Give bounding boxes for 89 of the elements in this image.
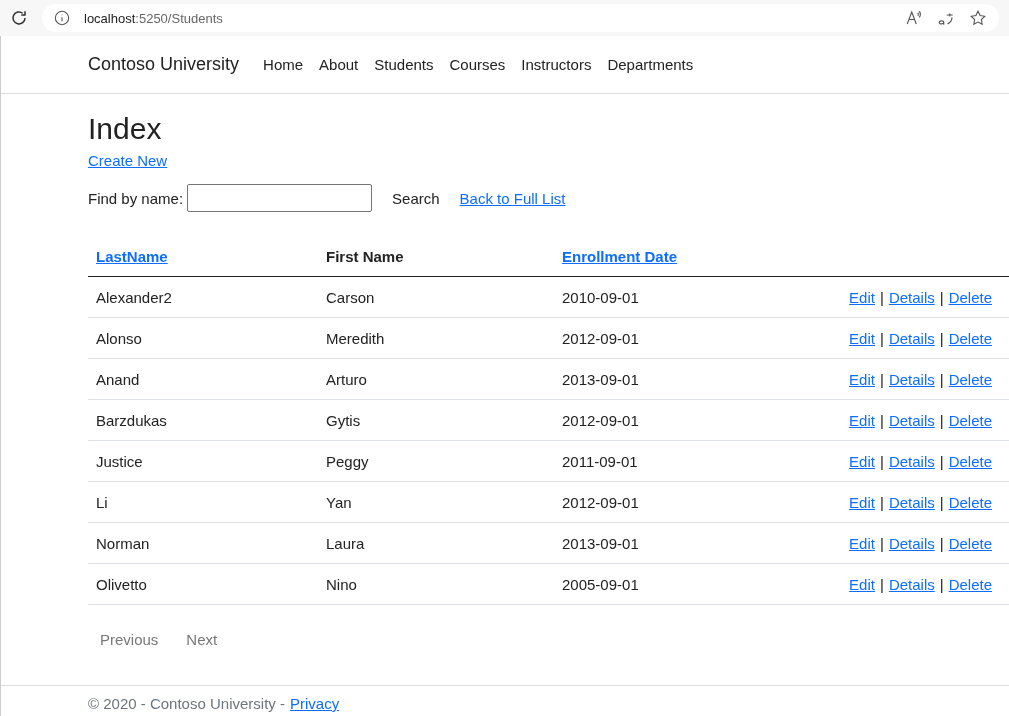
- table-cell: 2005-09-01: [554, 563, 750, 605]
- separator: |: [939, 370, 944, 388]
- table-cell: Nino: [318, 563, 554, 605]
- row-action-link[interactable]: Delete: [948, 452, 992, 470]
- table-cell: Barzdukas: [88, 399, 318, 441]
- url-path: :5250/Students: [135, 10, 223, 26]
- page-title: Index: [88, 112, 163, 146]
- search-button[interactable]: Search: [386, 185, 446, 211]
- table-cell: Norman: [88, 522, 318, 564]
- nav-link[interactable]: Departments: [607, 56, 694, 73]
- table-cell: 2012-09-01: [554, 481, 750, 523]
- table-cell: Laura: [318, 522, 554, 564]
- brand-link[interactable]: Contoso University: [88, 54, 240, 75]
- row-action-link[interactable]: Delete: [948, 575, 992, 593]
- column-sort-link[interactable]: LastName: [96, 247, 168, 265]
- table-cell: 2010-09-01: [554, 276, 750, 318]
- table-cell: Arturo: [318, 358, 554, 400]
- create-new-link[interactable]: Create New: [88, 152, 168, 169]
- separator: |: [879, 534, 884, 552]
- row-action-link[interactable]: Details: [888, 370, 935, 388]
- row-action-link[interactable]: Delete: [948, 288, 992, 306]
- table-cell: 2012-09-01: [554, 399, 750, 441]
- separator: |: [879, 370, 884, 388]
- table-cell: Peggy: [318, 440, 554, 482]
- row-action-link[interactable]: Edit: [849, 288, 875, 306]
- row-action-link[interactable]: Details: [888, 452, 935, 470]
- url-host: localhost: [84, 10, 136, 26]
- row-action-link[interactable]: Details: [888, 411, 935, 429]
- row-action-link[interactable]: Delete: [948, 411, 992, 429]
- separator: |: [939, 452, 944, 470]
- row-action-link[interactable]: Edit: [849, 370, 875, 388]
- table-cell: Meredith: [318, 317, 554, 359]
- row-action-link[interactable]: Edit: [849, 575, 875, 593]
- separator: |: [939, 329, 944, 347]
- table-cell: Yan: [318, 481, 554, 523]
- row-action-link[interactable]: Edit: [849, 452, 875, 470]
- row-action-link[interactable]: Details: [888, 288, 935, 306]
- separator: |: [879, 411, 884, 429]
- info-icon[interactable]: [54, 10, 70, 26]
- reload-icon[interactable]: [10, 9, 28, 27]
- table-cell: Alonso: [88, 317, 318, 359]
- separator: |: [879, 288, 884, 306]
- row-action-link[interactable]: Delete: [948, 534, 992, 552]
- separator: |: [939, 493, 944, 511]
- table-cell: Carson: [318, 276, 554, 318]
- nav-link[interactable]: Instructors: [521, 56, 592, 73]
- separator: |: [939, 288, 944, 306]
- privacy-link[interactable]: Privacy: [289, 694, 340, 712]
- address-bar[interactable]: localhost:5250/Students: [42, 4, 999, 32]
- separator: |: [879, 575, 884, 593]
- row-action-link[interactable]: Details: [888, 575, 935, 593]
- separator: |: [879, 493, 884, 511]
- row-action-link[interactable]: Details: [888, 534, 935, 552]
- table-cell: 2013-09-01: [554, 522, 750, 564]
- table-cell: 2012-09-01: [554, 317, 750, 359]
- row-action-link[interactable]: Details: [888, 329, 935, 347]
- row-action-link[interactable]: Details: [888, 493, 935, 511]
- nav-link[interactable]: About: [319, 56, 359, 73]
- read-aloud-icon[interactable]: [905, 9, 923, 27]
- nav-link[interactable]: Courses: [449, 56, 506, 73]
- table-cell: 2013-09-01: [554, 358, 750, 400]
- row-action-link[interactable]: Edit: [849, 493, 875, 511]
- table-cell: Justice: [88, 440, 318, 482]
- table-cell: Gytis: [318, 399, 554, 441]
- separator: |: [939, 411, 944, 429]
- separator: |: [939, 534, 944, 552]
- row-action-link[interactable]: Delete: [948, 493, 992, 511]
- star-icon[interactable]: [969, 9, 987, 27]
- column-sort-link[interactable]: Enrollment Date: [562, 247, 678, 265]
- table-cell: Li: [88, 481, 318, 523]
- separator: |: [879, 452, 884, 470]
- row-action-link[interactable]: Edit: [849, 534, 875, 552]
- back-to-list-link[interactable]: Back to Full List: [459, 189, 566, 207]
- row-action-link[interactable]: Delete: [948, 329, 992, 347]
- table-cell: Alexander2: [88, 276, 318, 318]
- row-action-link[interactable]: Delete: [948, 370, 992, 388]
- column-header: First Name: [326, 247, 404, 265]
- nav-link[interactable]: Home: [263, 56, 304, 73]
- table-cell: 2011-09-01: [554, 440, 750, 482]
- separator: |: [879, 329, 884, 347]
- search-field[interactable]: [187, 184, 373, 212]
- table-cell: Olivetto: [88, 563, 318, 605]
- search-label: Find by name:: [88, 189, 184, 207]
- table-cell: Anand: [88, 358, 318, 400]
- row-action-link[interactable]: Edit: [849, 329, 875, 347]
- nav-link[interactable]: Students: [374, 56, 434, 73]
- footer-text: © 2020 - Contoso University -: [88, 694, 285, 712]
- row-action-link[interactable]: Edit: [849, 411, 875, 429]
- separator: |: [939, 575, 944, 593]
